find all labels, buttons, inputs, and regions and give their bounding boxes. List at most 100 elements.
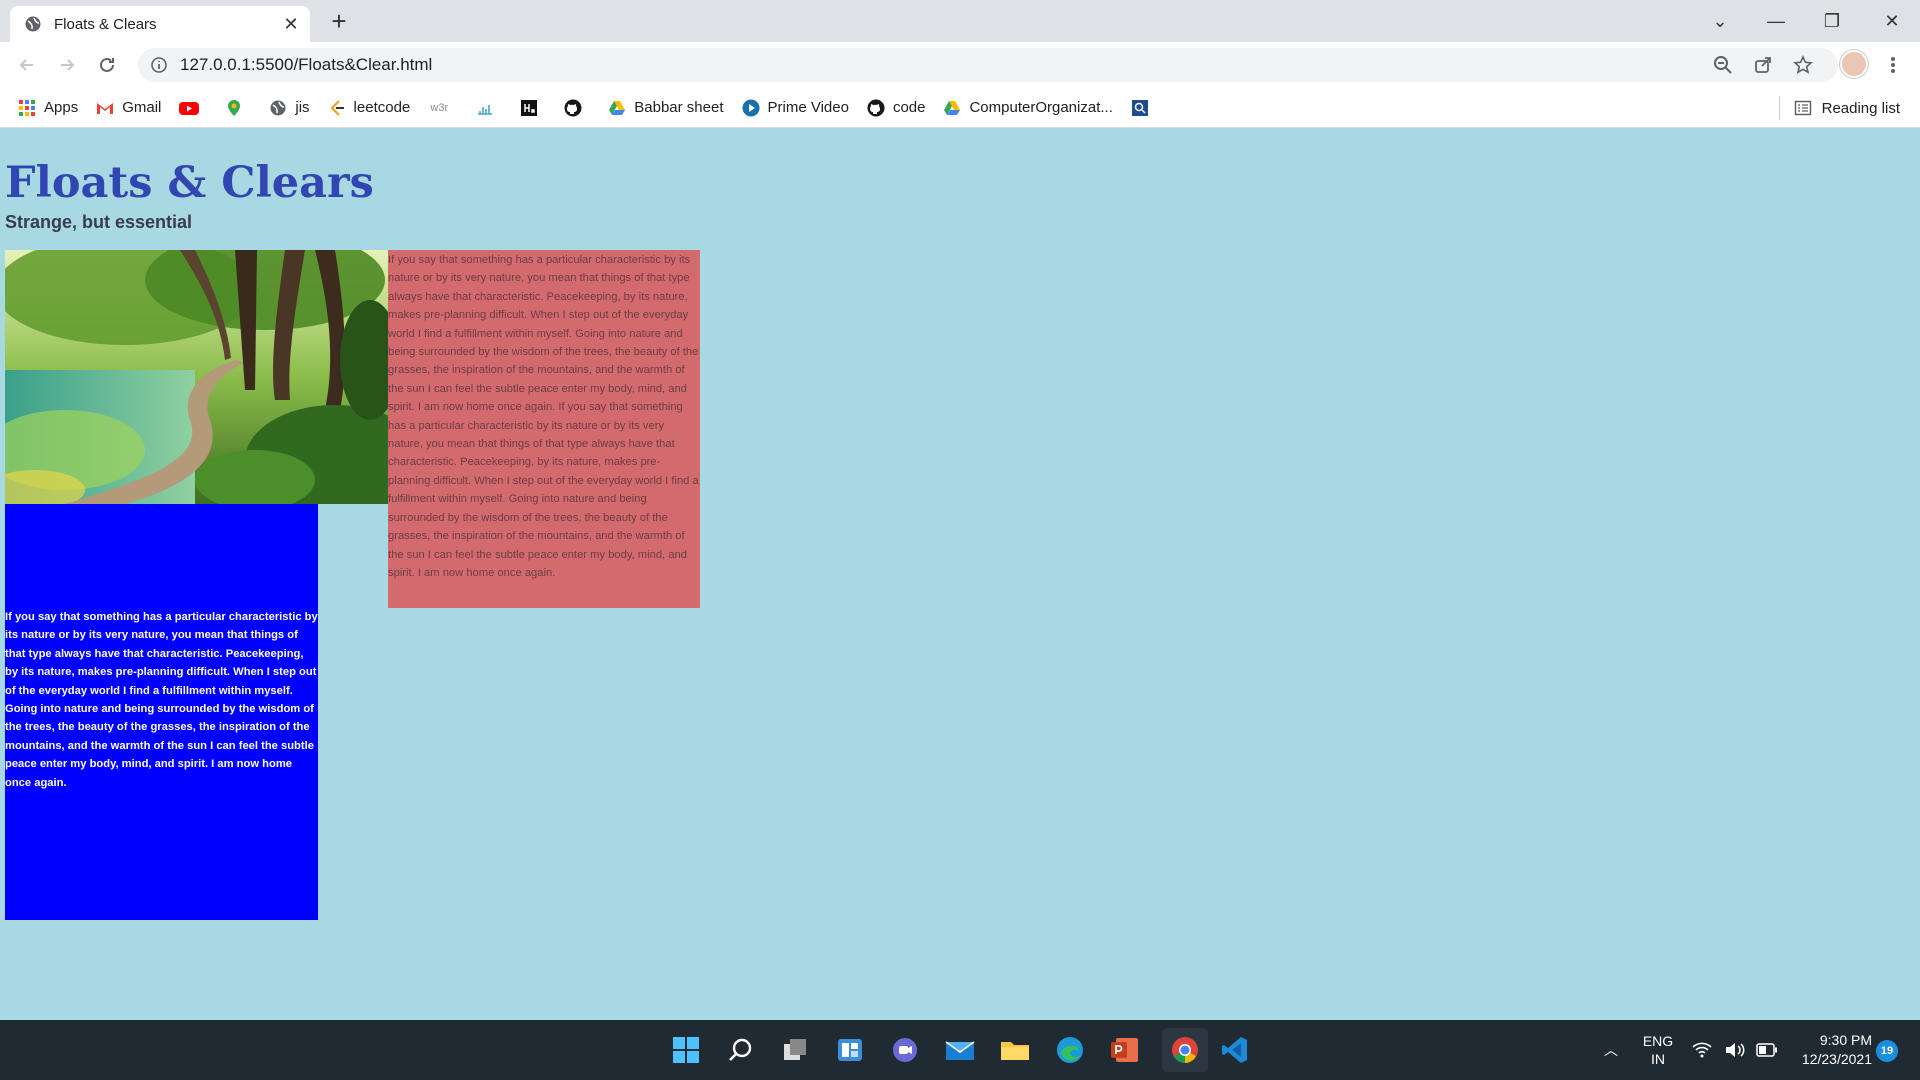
bookmark-search[interactable] — [1131, 99, 1157, 117]
cleared-text-box: If you say that something has a particul… — [5, 504, 318, 920]
bookmark-label: Gmail — [122, 99, 162, 116]
bookmark-label: code — [892, 99, 926, 116]
clock-time: 9:30 PM — [1819, 1032, 1872, 1048]
bookmark-apps[interactable]: Apps — [18, 99, 78, 117]
profile-avatar[interactable] — [1840, 50, 1868, 78]
region-code: IN — [1651, 1051, 1665, 1067]
reading-list-button[interactable]: Reading list — [1778, 88, 1900, 128]
browser-toolbar: 127.0.0.1:5500/Floats&Clear.html — [0, 42, 1920, 88]
close-window-button[interactable]: ✕ — [1864, 0, 1920, 42]
page-viewport: Floats & Clears Strange, but essential I… — [0, 128, 1920, 1020]
forward-button[interactable] — [52, 50, 82, 80]
folder-icon — [1001, 1042, 1029, 1060]
widgets-icon — [838, 1039, 862, 1061]
language-indicator[interactable]: ENG IN — [1642, 1020, 1674, 1080]
search-button[interactable] — [722, 1032, 758, 1068]
github-icon — [867, 99, 885, 116]
bookmark-hackerrank[interactable] — [520, 99, 546, 117]
clock-date: 12/23/2021 — [1801, 1051, 1872, 1067]
start-button[interactable] — [668, 1032, 704, 1068]
battery-icon[interactable] — [1756, 1020, 1778, 1080]
powerpoint-icon — [1111, 1038, 1138, 1062]
bookmark-github[interactable] — [564, 99, 590, 117]
bookmark-chart[interactable] — [476, 99, 502, 117]
bookmark-star-icon[interactable] — [1788, 50, 1818, 80]
bookmark-label: Prime Video — [767, 99, 849, 116]
tab-search-icon[interactable]: ⌄ — [1692, 0, 1748, 42]
search-icon — [729, 1038, 752, 1061]
menu-dots-icon[interactable] — [1878, 50, 1908, 80]
wifi-icon[interactable] — [1692, 1020, 1712, 1080]
file-explorer-button[interactable] — [997, 1032, 1033, 1068]
chrome-button[interactable] — [1162, 1028, 1208, 1072]
bookmark-youtube[interactable] — [179, 99, 207, 117]
info-icon[interactable] — [150, 56, 168, 74]
tray-chevron-icon[interactable]: ︿ — [1604, 1020, 1618, 1080]
back-button[interactable] — [12, 50, 42, 80]
task-view-button[interactable] — [777, 1032, 813, 1068]
bookmark-leetcode[interactable]: leetcode — [328, 99, 411, 117]
tab-active[interactable]: Floats & Clears ✕ — [10, 6, 310, 42]
restore-button[interactable]: ❐ — [1804, 0, 1860, 42]
bookmark-label: jis — [295, 99, 310, 116]
drive-icon — [944, 100, 961, 115]
windows-icon — [673, 1037, 699, 1063]
reload-button[interactable] — [92, 50, 122, 80]
floated-text-box: If you say that something has a particul… — [388, 250, 700, 608]
widgets-button[interactable] — [832, 1032, 868, 1068]
bookmark-label: Apps — [44, 99, 79, 116]
tab-strip: Floats & Clears ✕ + ⌄ — ❐ ✕ — [0, 0, 1920, 42]
chrome-icon — [1172, 1037, 1198, 1063]
close-tab-icon[interactable]: ✕ — [282, 14, 300, 34]
volume-icon[interactable] — [1724, 1020, 1746, 1080]
tab-title: Floats & Clears — [54, 15, 157, 33]
leetcode-icon — [329, 99, 344, 116]
youtube-icon — [179, 101, 200, 115]
address-bar[interactable]: 127.0.0.1:5500/Floats&Clear.html — [138, 48, 1838, 82]
w3schools-icon: w3r — [430, 101, 449, 114]
reading-list-label: Reading list — [1821, 99, 1900, 117]
mail-button[interactable] — [942, 1032, 978, 1068]
drive-icon — [609, 100, 626, 115]
teams-chat-button[interactable] — [887, 1032, 923, 1068]
edge-icon — [1057, 1037, 1083, 1063]
bookmark-maps[interactable] — [225, 99, 251, 117]
bookmark-computer-organization[interactable]: ComputerOrganizat... — [943, 99, 1113, 117]
reload-icon — [100, 57, 114, 72]
apps-grid-icon — [19, 99, 35, 116]
taskbar: ︿ ENG IN 9:30 PM 12/23/2021 19 — [0, 1020, 1920, 1080]
arrow-right-icon — [61, 59, 75, 71]
clock[interactable]: 9:30 PM 12/23/2021 — [1792, 1020, 1872, 1080]
url-text: 127.0.0.1:5500/Floats&Clear.html — [180, 55, 433, 74]
globe-icon — [270, 100, 286, 115]
prime-video-icon — [742, 99, 759, 116]
bookmark-jis[interactable]: jis — [269, 99, 310, 117]
notification-badge[interactable]: 19 — [1876, 1040, 1898, 1062]
share-icon[interactable] — [1748, 50, 1778, 80]
zoom-icon[interactable] — [1708, 50, 1738, 80]
new-tab-button[interactable]: + — [325, 8, 353, 36]
vscode-icon — [1222, 1037, 1247, 1063]
bookmarks-bar: Apps Gmail jis leetcode w3r Babbar sheet… — [0, 88, 1920, 128]
edge-button[interactable] — [1052, 1032, 1088, 1068]
search-box-icon — [1131, 99, 1148, 116]
minimize-button[interactable]: — — [1748, 0, 1804, 42]
bookmark-w3schools[interactable]: w3r — [428, 99, 458, 117]
bookmark-label: Babbar sheet — [634, 99, 724, 116]
bookmark-label: leetcode — [353, 99, 411, 116]
maps-pin-icon — [228, 99, 241, 116]
bookmark-prime-video[interactable]: Prime Video — [742, 99, 849, 117]
chat-icon — [893, 1038, 917, 1062]
vscode-button[interactable] — [1217, 1032, 1253, 1068]
page-subtitle: Strange, but essential — [5, 212, 193, 232]
bookmark-code[interactable]: code — [867, 99, 926, 117]
hackerrank-icon — [521, 99, 538, 116]
powerpoint-button[interactable] — [1107, 1032, 1143, 1068]
language-code: ENG — [1642, 1033, 1674, 1049]
bookmark-gmail[interactable]: Gmail — [96, 99, 161, 117]
chart-icon — [478, 104, 493, 115]
bookmark-babbar-sheet[interactable]: Babbar sheet — [608, 99, 724, 117]
reading-list-icon — [1794, 100, 1811, 116]
page-title: Floats & Clears — [5, 158, 374, 208]
bookmark-label: ComputerOrganizat... — [969, 99, 1113, 116]
